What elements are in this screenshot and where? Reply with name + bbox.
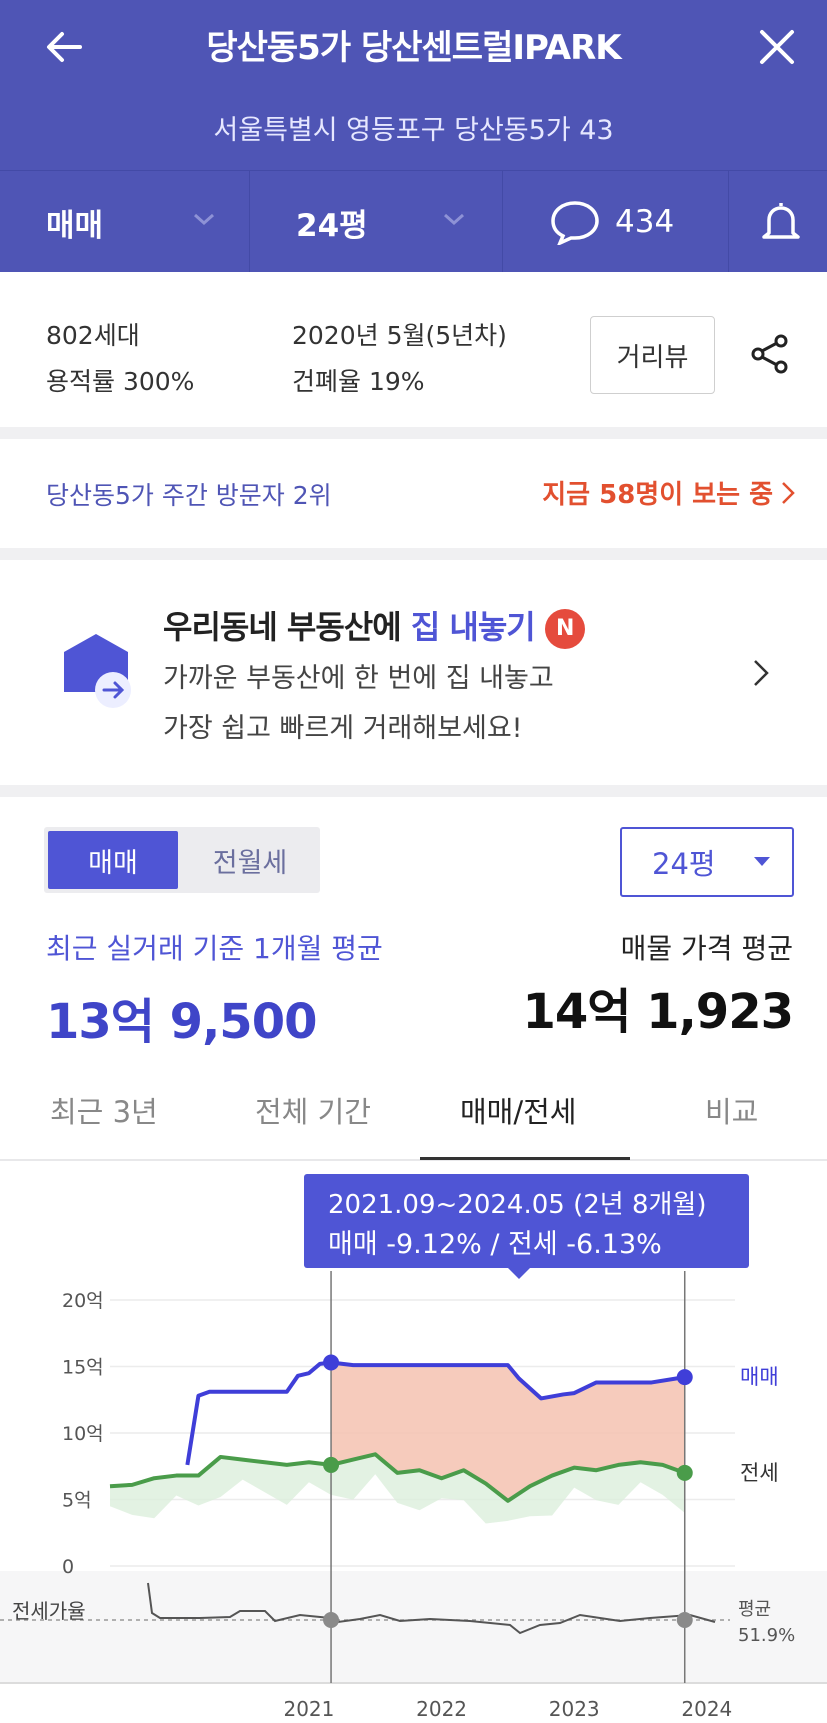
building-coverage: 건폐율 19%	[292, 367, 425, 396]
y-tick-label: 10억	[62, 1423, 104, 1445]
ratio-point	[323, 1612, 340, 1628]
trade-type-toggle: 매매 전월세	[44, 827, 320, 893]
ratio-avg-value: 51.9%	[738, 1625, 795, 1646]
ratio-band	[0, 1571, 827, 1683]
y-tick-label: 0	[62, 1556, 74, 1578]
recent-price-value: 13억 9,500	[46, 994, 317, 1050]
close-icon[interactable]	[752, 22, 802, 72]
floor-area-ratio: 용적률 300%	[46, 367, 195, 396]
notification-button[interactable]	[729, 171, 827, 273]
street-view-button[interactable]: 거리뷰	[590, 316, 715, 394]
promo-desc-1: 가까운 부동산에 한 번에 집 내놓고	[163, 663, 554, 694]
toggle-rent[interactable]: 전월세	[184, 831, 316, 889]
size-dropdown[interactable]: 24평	[250, 171, 503, 273]
chevron-right-icon	[782, 482, 795, 504]
share-icon[interactable]	[748, 332, 792, 376]
trade-type-label: 매매	[46, 207, 104, 244]
sale-end-label: 매매	[740, 1365, 779, 1389]
jeonse-end-label: 전세	[740, 1461, 779, 1485]
section-divider	[0, 548, 827, 560]
tooltip-change: 매매 -9.12% / 전세 -6.13%	[328, 1229, 662, 1260]
viewing-now[interactable]: 지금 58명이 보는 중	[542, 474, 773, 511]
price-section: 매매 전월세 24평 최근 실거래 기준 1개월 평균 13억 9,500 매물…	[0, 797, 827, 1723]
listing-price-label: 매물 가격 평균	[620, 932, 793, 965]
jeonse-point	[676, 1464, 693, 1481]
speech-bubble-icon	[551, 201, 599, 245]
period-tooltip: 2021.09~2024.05 (2년 8개월) 매매 -9.12% / 전세 …	[304, 1174, 749, 1279]
filter-bar: 매매 24평 434	[0, 170, 827, 273]
page-title: 당산동5가 당산센트럴IPARK	[206, 28, 621, 68]
tab-sale-jeonse[interactable]: 매매/전세	[460, 1089, 577, 1131]
toggle-sale[interactable]: 매매	[48, 831, 178, 889]
chevron-down-icon	[194, 213, 214, 226]
chevron-down-icon	[444, 213, 464, 226]
tab-all-period[interactable]: 전체 기간	[255, 1089, 371, 1131]
app-header: 당산동5가 당산센트럴IPARK 서울특별시 영등포구 당산동5가 43 매매 …	[0, 0, 827, 273]
x-tick-label: 2021	[283, 1697, 334, 1721]
tooltip-arrow	[507, 1267, 531, 1279]
size-label: 24평	[296, 207, 368, 244]
active-tab-indicator	[420, 1157, 630, 1160]
period-tabs: 최근 3년 전체 기간 매매/전세 비교	[0, 1061, 827, 1161]
households: 802세대	[46, 321, 140, 350]
price-chart[interactable]: 20억 15억 10억 5억 0 2021 2022 2023 2024 매매전세전세가율 평균 51…	[0, 1163, 827, 1723]
ratio-avg-label: 평균	[738, 1599, 771, 1620]
jeonse-point	[323, 1456, 340, 1473]
visitor-banner[interactable]: 당산동5가 주간 방문자 2위 지금 58명이 보는 중	[0, 438, 827, 548]
size-select[interactable]: 24평	[620, 827, 794, 897]
complex-info: 802세대 2020년 5월(5년차) 용적률 300% 건폐율 19% 거리뷰	[0, 272, 827, 427]
list-home-promo[interactable]: 우리동네 부동산에 집 내놓기 N 가까운 부동산에 한 번에 집 내놓고 가장 …	[0, 560, 827, 785]
section-divider	[0, 785, 827, 797]
promo-desc-2: 가장 쉽고 빠르게 거래해보세요!	[163, 713, 523, 744]
chevron-right-icon	[754, 660, 769, 686]
comments-button[interactable]: 434	[503, 171, 729, 273]
y-tick-label: 15억	[62, 1357, 104, 1379]
tab-recent-3y[interactable]: 최근 3년	[50, 1089, 158, 1131]
promo-title-highlight: 집 내놓기	[410, 608, 536, 646]
x-tick-label: 2022	[416, 1697, 467, 1721]
trade-type-dropdown[interactable]: 매매	[0, 171, 250, 273]
ratio-point	[676, 1612, 693, 1628]
promo-title: 우리동네 부동산에 집 내놓기 N	[163, 602, 585, 649]
recent-price-label: 최근 실거래 기준 1개월 평균	[46, 932, 383, 965]
listing-price-value: 14억 1,923	[522, 984, 794, 1040]
sale-point	[676, 1369, 693, 1386]
house-arrow-icon	[64, 634, 131, 708]
x-tick-label: 2024	[681, 1697, 732, 1721]
visitor-rank: 당산동5가 주간 방문자 2위	[46, 481, 332, 510]
size-select-label: 24평	[652, 847, 716, 881]
promo-title-text: 우리동네 부동산에	[163, 608, 402, 646]
caret-down-icon	[754, 857, 770, 866]
built-year: 2020년 5월(5년차)	[292, 321, 507, 350]
y-tick-label: 5억	[62, 1490, 92, 1512]
sale-point	[323, 1354, 340, 1371]
tooltip-period: 2021.09~2024.05 (2년 8개월)	[328, 1190, 707, 1220]
new-badge: N	[544, 609, 585, 649]
ratio-label: 전세가율	[12, 1599, 86, 1623]
y-tick-label: 20억	[62, 1290, 104, 1312]
bell-icon	[762, 203, 800, 239]
address: 서울특별시 영등포구 당산동5가 43	[213, 115, 614, 146]
tab-compare[interactable]: 비교	[705, 1089, 758, 1131]
x-tick-label: 2023	[549, 1697, 600, 1721]
comment-count: 434	[615, 204, 675, 240]
